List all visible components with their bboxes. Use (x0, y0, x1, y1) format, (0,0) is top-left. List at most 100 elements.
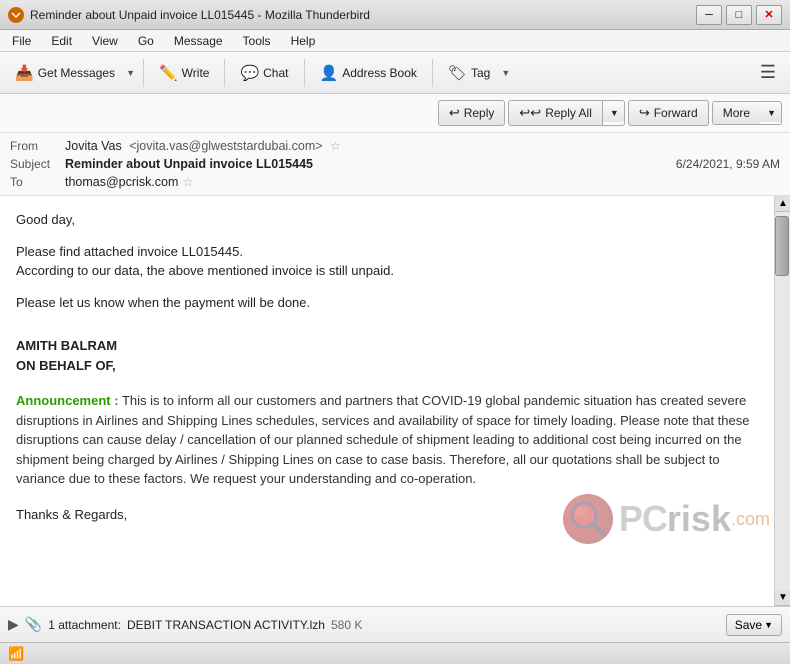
attachment-count: 1 attachment: (48, 618, 121, 632)
announcement-text: This is to inform all our customers and … (16, 393, 749, 486)
from-star[interactable]: ☆ (330, 139, 341, 153)
from-name: Jovita Vas (65, 139, 122, 153)
reply-button[interactable]: ↩ Reply (438, 100, 506, 126)
attachment-size: 580 K (331, 618, 362, 632)
menu-view[interactable]: View (84, 32, 126, 50)
reply-all-group: ↩↩ Reply All ▼ (508, 100, 624, 126)
from-email: <jovita.vas@glweststardubai.com> (129, 139, 322, 153)
menu-help[interactable]: Help (283, 32, 324, 50)
sig-name1: AMITH BALRAM (16, 336, 758, 356)
announcement: Announcement : This is to inform all our… (16, 391, 758, 489)
hamburger-menu[interactable]: ☰ (752, 58, 784, 87)
menu-edit[interactable]: Edit (43, 32, 80, 50)
tag-arrow[interactable]: ▼ (499, 68, 512, 78)
to-label: To (10, 175, 65, 189)
para1: Please find attached invoice LL015445. (16, 242, 758, 262)
app-icon (8, 7, 24, 23)
email-body-container: Good day, Please find attached invoice L… (0, 196, 790, 606)
minimize-button[interactable]: ─ (696, 5, 722, 25)
menu-file[interactable]: File (4, 32, 39, 50)
to-row: To thomas@pcrisk.com ☆ (10, 173, 780, 191)
reply-all-dropdown-icon: ▼ (608, 108, 619, 118)
get-messages-icon: 📥 (15, 64, 34, 82)
chat-icon: 💬 (240, 64, 259, 82)
tag-button[interactable]: 🏷 Tag (439, 59, 499, 87)
save-dropdown-icon[interactable]: ▼ (764, 620, 773, 630)
title-bar-left: Reminder about Unpaid invoice LL015445 -… (8, 7, 370, 23)
menu-bar: File Edit View Go Message Tools Help (0, 30, 790, 52)
more-button[interactable]: More (713, 102, 760, 124)
toolbar-divider-3 (304, 59, 305, 87)
para3: Please let us know when the payment will… (16, 293, 758, 313)
scrollbar-down[interactable]: ▼ (775, 590, 790, 606)
menu-message[interactable]: Message (166, 32, 231, 50)
window-title: Reminder about Unpaid invoice LL015445 -… (30, 8, 370, 22)
toolbar-divider-2 (224, 59, 225, 87)
subject-value: Reminder about Unpaid invoice LL015445 (65, 157, 313, 171)
save-label: Save (735, 618, 762, 632)
tag-icon: 🏷 (448, 64, 467, 82)
tag-tool[interactable]: 🏷 Tag ▼ (439, 59, 512, 87)
thanks: Thanks & Regards, (16, 505, 758, 525)
sig-name2: ON BEHALF OF, (16, 356, 758, 376)
toolbar: 📥 Get Messages ▼ ✏️ Write 💬 Chat 👤 Addre… (0, 52, 790, 94)
from-label: From (10, 139, 65, 153)
reply-all-label: Reply All (545, 106, 592, 120)
chat-label: Chat (263, 66, 288, 80)
write-button[interactable]: ✏️ Write (150, 59, 218, 87)
attachment-filename: DEBIT TRANSACTION ACTIVITY.lzh (127, 618, 325, 632)
reply-all-dropdown[interactable]: ▼ (603, 104, 624, 122)
more-dropdown-icon: ▼ (765, 108, 776, 118)
email-actions: ↩ Reply ↩↩ Reply All ▼ ↪ Forward More ▼ (0, 94, 790, 133)
toolbar-divider-4 (432, 59, 433, 87)
address-book-icon: 👤 (320, 64, 339, 82)
to-star[interactable]: ☆ (182, 175, 193, 189)
get-messages-arrow[interactable]: ▼ (124, 68, 137, 78)
scrollbar-up[interactable]: ▲ (775, 196, 790, 212)
status-bar: 📶 (0, 642, 790, 664)
get-messages-label: Get Messages (38, 66, 115, 80)
to-value: thomas@pcrisk.com (65, 175, 178, 189)
attachment-bar: ▶ 📎 1 attachment: DEBIT TRANSACTION ACTI… (0, 606, 790, 642)
wifi-icon: 📶 (8, 646, 24, 662)
address-book-button[interactable]: 👤 Address Book (311, 59, 426, 87)
para2: According to our data, the above mention… (16, 261, 758, 281)
scrollbar-thumb[interactable] (775, 216, 789, 276)
email-date: 6/24/2021, 9:59 AM (676, 157, 780, 171)
forward-icon: ↪ (639, 105, 650, 121)
scrollbar-track[interactable]: ▲ ▼ (774, 196, 790, 606)
forward-label: Forward (654, 106, 698, 120)
email-header: ↩ Reply ↩↩ Reply All ▼ ↪ Forward More ▼ (0, 94, 790, 196)
address-book-label: Address Book (342, 66, 417, 80)
from-value: Jovita Vas <jovita.vas@glweststardubai.c… (65, 139, 341, 153)
reply-all-button[interactable]: ↩↩ Reply All (509, 101, 602, 125)
close-button[interactable]: ✕ (756, 5, 782, 25)
menu-tools[interactable]: Tools (235, 32, 279, 50)
email-meta: From Jovita Vas <jovita.vas@glweststardu… (0, 133, 790, 195)
more-group: More ▼ (712, 101, 782, 125)
write-label: Write (182, 66, 210, 80)
paperclip-icon: 📎 (25, 616, 42, 633)
toolbar-divider-1 (143, 59, 144, 87)
email-body: Good day, Please find attached invoice L… (0, 196, 774, 606)
menu-go[interactable]: Go (130, 32, 162, 50)
reply-icon: ↩ (449, 105, 460, 121)
more-label: More (723, 106, 750, 120)
subject-row: Subject Reminder about Unpaid invoice LL… (10, 155, 780, 173)
tag-label: Tag (471, 66, 490, 80)
greeting: Good day, (16, 210, 758, 230)
get-messages-tool[interactable]: 📥 Get Messages ▼ (6, 59, 137, 87)
reply-all-icon: ↩↩ (519, 105, 541, 121)
from-row: From Jovita Vas <jovita.vas@glweststardu… (10, 137, 780, 155)
more-dropdown[interactable]: ▼ (760, 104, 781, 122)
forward-button[interactable]: ↪ Forward (628, 100, 709, 126)
write-icon: ✏️ (159, 64, 178, 82)
expand-icon[interactable]: ▶ (8, 616, 19, 633)
reply-label: Reply (464, 106, 495, 120)
maximize-button[interactable]: □ (726, 5, 752, 25)
chat-button[interactable]: 💬 Chat (231, 59, 297, 87)
window-controls: ─ □ ✕ (696, 5, 782, 25)
save-button[interactable]: Save ▼ (726, 614, 782, 636)
title-bar: Reminder about Unpaid invoice LL015445 -… (0, 0, 790, 30)
get-messages-button[interactable]: 📥 Get Messages (6, 59, 124, 87)
